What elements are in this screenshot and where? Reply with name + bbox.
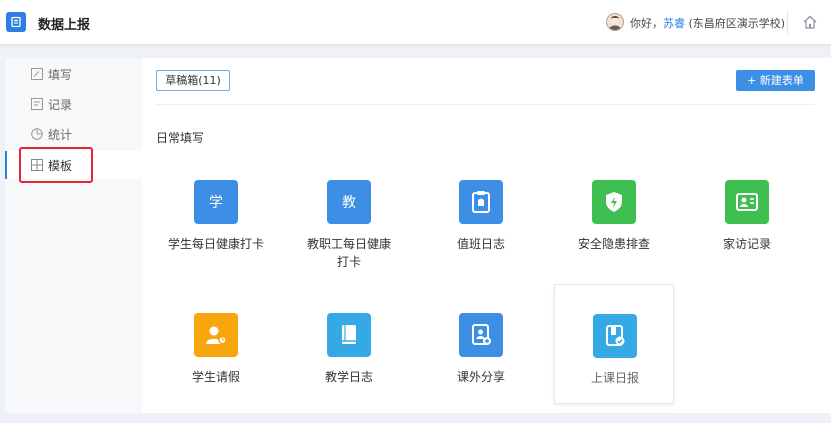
highlight-box <box>19 147 93 183</box>
template-card-student-health[interactable]: 学 学生每日健康打卡 <box>156 180 276 290</box>
template-card-teaching-log[interactable]: 教学日志 <box>289 313 409 423</box>
card-label: 教职工每日健康打卡 <box>306 237 391 269</box>
home-icon[interactable] <box>802 14 818 30</box>
template-card-class-daily-report[interactable]: 上课日报 <box>554 284 674 404</box>
edit-icon <box>31 68 43 80</box>
student-char-icon: 学 <box>194 180 238 224</box>
card-label: 家访记录 <box>722 237 771 251</box>
shield-icon <box>592 180 636 224</box>
user-leave-icon <box>194 313 238 357</box>
sidebar-item-fill[interactable]: 填写 <box>5 60 142 88</box>
header-divider <box>787 10 788 34</box>
template-card-staff-health[interactable]: 教 教职工每日健康打卡 <box>289 180 409 290</box>
pie-chart-icon <box>31 128 43 140</box>
avatar[interactable] <box>606 13 624 31</box>
card-label: 学生请假 <box>191 370 240 384</box>
book-icon <box>327 313 371 357</box>
card-label: 值班日志 <box>456 237 505 251</box>
card-label: 教学日志 <box>324 370 373 384</box>
main-panel: 草稿箱(11) + 新建表单 日常填写 学 学生每日健康打卡 教 教职工每日健康… <box>142 58 831 413</box>
daily-report-icon <box>593 314 637 358</box>
section-title: 日常填写 <box>156 131 205 145</box>
template-card-safety-check[interactable]: 安全隐患排查 <box>554 180 674 290</box>
contact-card-icon <box>725 180 769 224</box>
user-name-link[interactable]: 苏睿 <box>663 17 685 30</box>
card-label: 课外分享 <box>456 370 505 384</box>
app-logo-icon[interactable] <box>6 12 26 32</box>
card-label: 上课日报 <box>590 371 639 385</box>
share-icon <box>459 313 503 357</box>
divider <box>156 104 815 105</box>
template-card-extracurricular-share[interactable]: 课外分享 <box>421 313 541 423</box>
greeting-text: 你好， <box>630 17 663 30</box>
org-name: (东昌府区演示学校) <box>685 17 786 30</box>
card-label: 学生每日健康打卡 <box>167 237 264 251</box>
top-header: 数据上报 你好，苏睿 (东昌府区演示学校) <box>0 0 831 45</box>
card-label: 安全隐患排查 <box>577 237 650 251</box>
template-card-student-leave[interactable]: 学生请假 <box>156 313 276 423</box>
template-card-home-visit[interactable]: 家访记录 <box>687 180 807 290</box>
sidebar: 填写 记录 统计 模板 <box>5 58 142 413</box>
sidebar-item-records[interactable]: 记录 <box>5 90 142 118</box>
record-icon <box>31 98 43 110</box>
teacher-char-icon: 教 <box>327 180 371 224</box>
app-title: 数据上报 <box>38 18 91 33</box>
sidebar-item-label: 统计 <box>48 128 73 142</box>
user-greeting: 你好，苏睿 (东昌府区演示学校) <box>630 15 785 31</box>
new-form-button[interactable]: + 新建表单 <box>736 70 815 91</box>
template-card-duty-log[interactable]: 值班日志 <box>421 180 541 290</box>
sidebar-item-label: 填写 <box>48 68 73 82</box>
duty-log-icon <box>459 180 503 224</box>
drafts-button[interactable]: 草稿箱(11) <box>156 70 230 91</box>
sidebar-item-stats[interactable]: 统计 <box>5 120 142 148</box>
sidebar-item-label: 记录 <box>48 98 73 112</box>
